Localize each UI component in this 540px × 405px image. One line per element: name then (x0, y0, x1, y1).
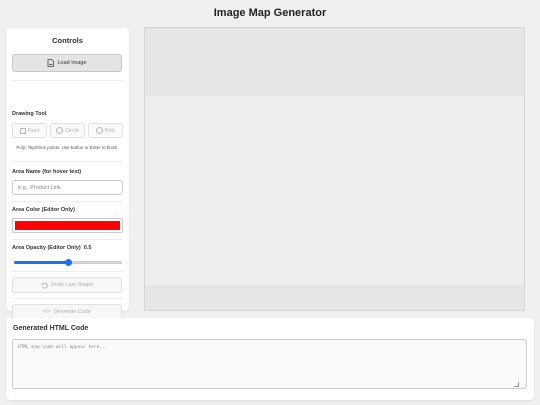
output-panel: Generated HTML Code (6, 318, 534, 400)
tool-poly-label: Poly (104, 127, 116, 134)
area-color-picker[interactable] (12, 218, 123, 233)
area-color-label: Area Color (Editor Only) (12, 207, 75, 213)
area-opacity-label: Area Opacity (Editor Only) (12, 245, 81, 251)
canvas-band-bottom (145, 285, 524, 310)
tool-rect-label: Rect (27, 127, 40, 134)
area-name-input[interactable] (12, 180, 123, 195)
divider (12, 239, 123, 240)
undo-label: Undo Last Shape (50, 282, 94, 288)
divider (12, 80, 123, 81)
tool-circle-label: Circle (64, 127, 80, 134)
file-image-icon (48, 59, 55, 67)
tool-poly-button[interactable]: Poly (88, 123, 123, 138)
area-opacity-value: 0.5 (83, 245, 92, 251)
app-title: Image Map Generator (213, 7, 327, 19)
html-code-output[interactable] (12, 339, 527, 389)
drawing-tool-label: Drawing Tool (12, 111, 47, 117)
divider (12, 201, 123, 202)
divider (12, 161, 123, 162)
code-icon: </> (43, 309, 51, 315)
tool-circle-button[interactable]: Circle (50, 123, 85, 138)
controls-panel: Controls Load Image Drawing Tool Rect Ci… (6, 28, 129, 320)
poly-hint: Poly: Tap/Click points. Use button or En… (16, 145, 119, 150)
tool-rect-button[interactable]: Rect (12, 123, 47, 138)
resize-handle[interactable] (514, 382, 519, 387)
controls-title: Controls (52, 36, 83, 45)
generate-code-label: Generate Code (53, 309, 91, 315)
image-canvas[interactable] (144, 27, 525, 311)
divider (12, 271, 123, 272)
drawing-tool-group: Rect Circle Poly (12, 123, 123, 138)
load-image-button[interactable]: Load Image (12, 54, 122, 72)
polygon-icon (95, 127, 103, 134)
circle-icon (55, 127, 63, 134)
divider (12, 298, 123, 299)
output-title: Generated HTML Code (13, 325, 89, 332)
slider-fill (14, 261, 68, 264)
slider-thumb[interactable] (64, 259, 72, 266)
canvas-band-top (145, 28, 524, 96)
rect-icon (19, 127, 26, 134)
color-swatch (15, 221, 120, 230)
area-opacity-slider[interactable] (14, 259, 122, 266)
undo-icon (41, 282, 48, 289)
area-opacity-label-row: Area Opacity (Editor Only) 0.5 (12, 245, 91, 251)
undo-last-shape-button[interactable]: Undo Last Shape (12, 277, 122, 293)
load-image-label: Load Image (57, 60, 87, 66)
area-name-label: Area Name (for hover text) (12, 169, 82, 175)
